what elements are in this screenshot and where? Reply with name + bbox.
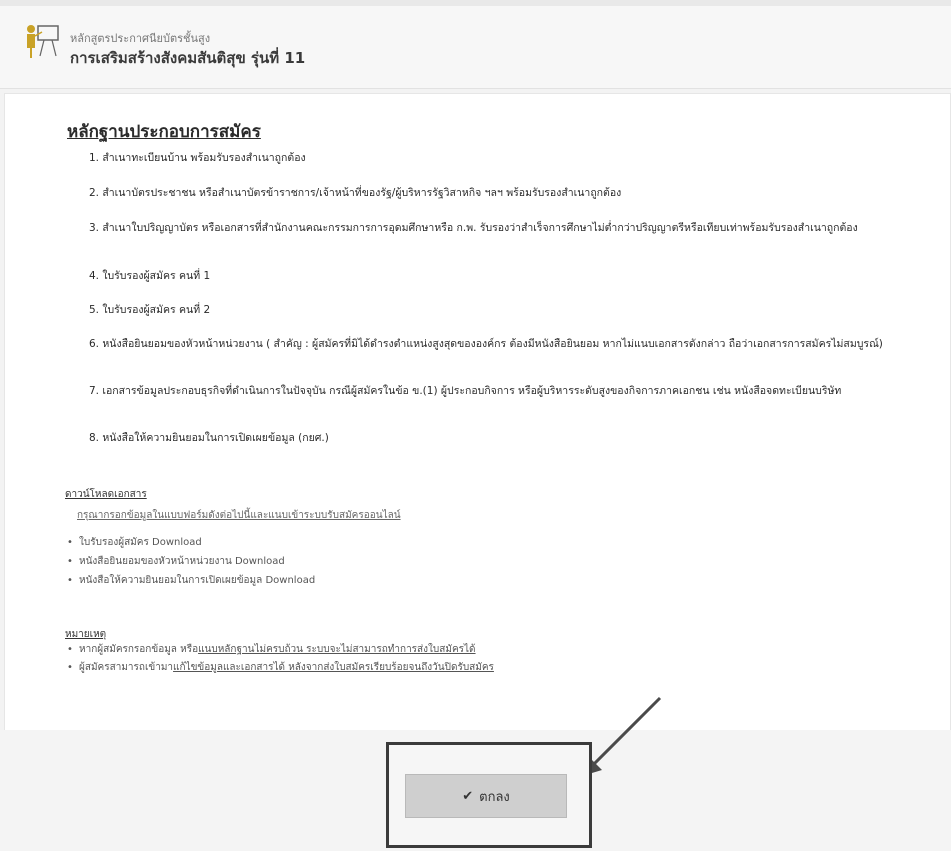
teacher-presentation-icon — [27, 25, 59, 58]
page-header: หลักสูตรประกาศนียบัตรชั้นสูง การเสริมสร้… — [0, 6, 951, 89]
note-link[interactable]: แนบหลักฐานไม่ครบถ้วน ระบบจะไม่สามารถทำกา… — [198, 644, 475, 655]
section-title: หลักฐานประกอบการสมัคร — [67, 122, 261, 142]
download-item: หนังสือให้ความยินยอมในการเปิดเผยข้อมูล D… — [67, 574, 315, 588]
note-link[interactable]: แก้ไขข้อมูลและเอกสารได้ หลังจากส่งใบสมัค… — [173, 662, 494, 673]
requirement-item: 6. หนังสือยินยอมของหัวหน้าหน่วยงาน ( สำค… — [89, 338, 883, 350]
course-subtitle: หลักสูตรประกาศนียบัตรชั้นสูง — [70, 32, 211, 45]
requirements-card: หลักฐานประกอบการสมัคร 1. สำเนาทะเบียนบ้า… — [4, 93, 951, 731]
downloads-instruction-link[interactable]: กรุณากรอกข้อมูลในแบบฟอร์มดังต่อไปนี้และแ… — [77, 508, 401, 523]
download-item-name: หนังสือยินยอมของหัวหน้าหน่วยงาน — [79, 556, 232, 567]
course-title: การเสริมสร้างสังคมสันติสุข รุ่นที่ 11 — [70, 49, 306, 67]
requirement-item: 2. สำเนาบัตรประชาชน หรือสำเนาบัตรข้าราชก… — [89, 187, 622, 199]
requirement-item: 7. เอกสารข้อมูลประกอบธุรกิจที่ดำเนินการใ… — [89, 385, 842, 397]
download-item-name: ใบรับรองผู้สมัคร — [79, 537, 149, 548]
note-text: ผู้สมัครสามารถเข้ามา — [79, 662, 174, 673]
requirement-item: 1. สำเนาทะเบียนบ้าน พร้อมรับรองสำเนาถูกต… — [89, 152, 306, 164]
ok-button-label: ตกลง — [479, 789, 510, 805]
note-item: ผู้สมัครสามารถเข้ามาแก้ไขข้อมูลและเอกสาร… — [67, 661, 494, 675]
requirement-item: 4. ใบรับรองผู้สมัคร คนที่ 1 — [89, 270, 211, 282]
download-item: ใบรับรองผู้สมัคร Download — [67, 536, 202, 550]
download-link[interactable]: Download — [152, 537, 202, 548]
downloads-heading: ดาวน์โหลดเอกสาร — [65, 489, 147, 500]
requirement-item: 8. หนังสือให้ความยินยอมในการเปิดเผยข้อมู… — [89, 432, 329, 444]
download-link[interactable]: Download — [235, 556, 285, 567]
notes-heading: หมายเหตุ — [65, 629, 107, 640]
note-item: หากผู้สมัครกรอกข้อมูล หรือแนบหลักฐานไม่ค… — [67, 643, 476, 657]
ok-button[interactable]: ✔ ตกลง — [405, 774, 567, 818]
check-icon: ✔ — [462, 788, 474, 804]
requirement-item: 5. ใบรับรองผู้สมัคร คนที่ 2 — [89, 304, 211, 316]
download-item-name: หนังสือให้ความยินยอมในการเปิดเผยข้อมูล — [79, 575, 263, 586]
download-item: หนังสือยินยอมของหัวหน้าหน่วยงาน Download — [67, 555, 285, 569]
note-text: หากผู้สมัครกรอกข้อมูล หรือ — [79, 644, 199, 655]
download-link[interactable]: Download — [265, 575, 315, 586]
requirement-item: 3. สำเนาใบปริญญาบัตร หรือเอกสารที่สำนักง… — [89, 222, 858, 234]
